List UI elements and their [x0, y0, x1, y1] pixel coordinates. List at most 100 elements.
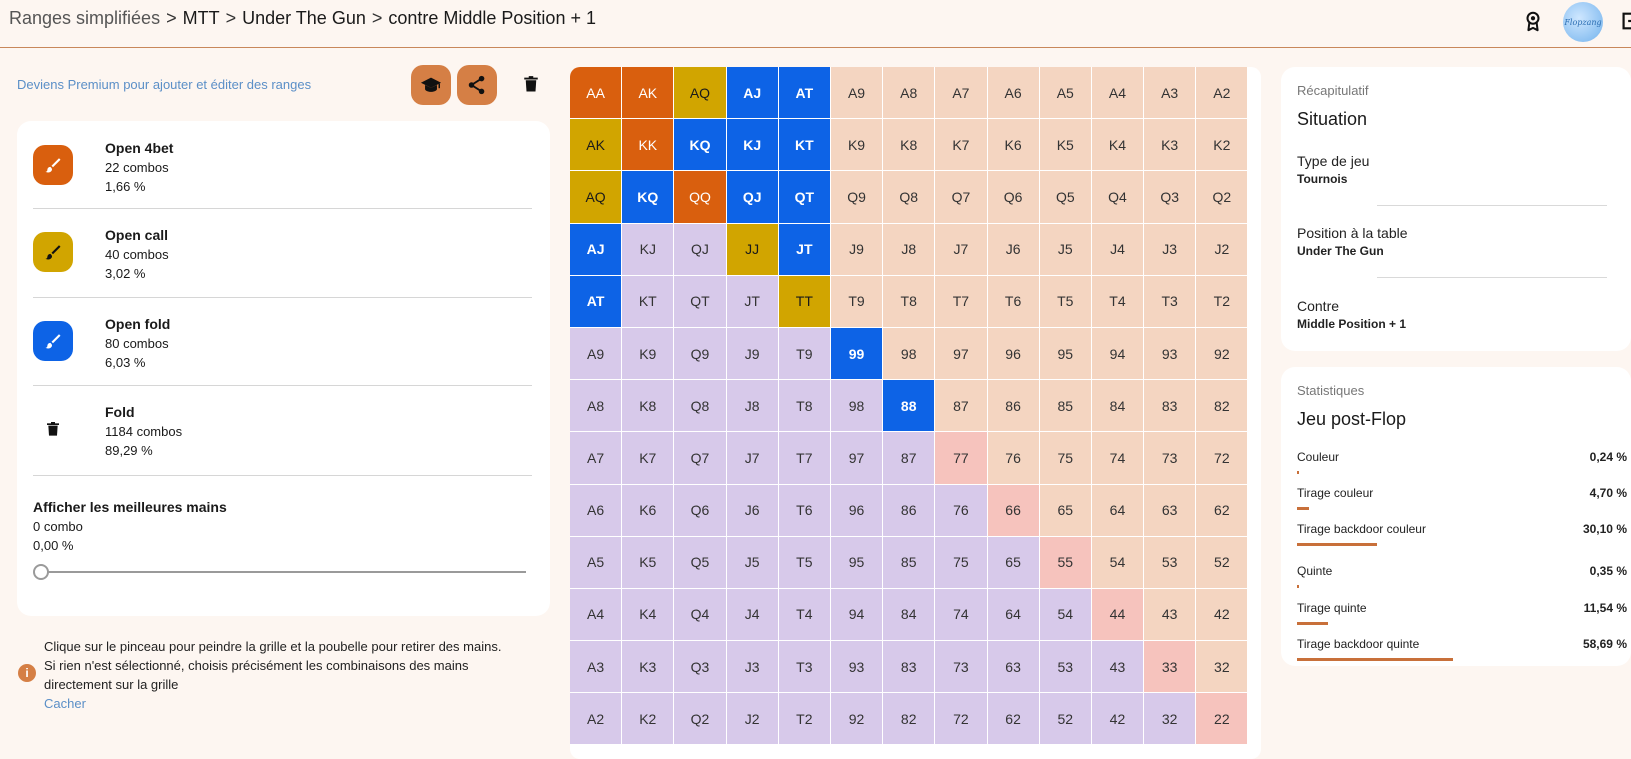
hand-cell-a8[interactable]: A8: [883, 67, 936, 120]
hand-cell-k8[interactable]: K8: [622, 380, 675, 433]
hand-cell-43[interactable]: 43: [1091, 641, 1145, 694]
hand-cell-kj[interactable]: KJ: [726, 119, 779, 172]
hand-cell-96[interactable]: 96: [830, 484, 884, 537]
action-open-fold[interactable]: Open fold 80 combos 6,03 %: [33, 297, 532, 387]
hand-cell-54[interactable]: 54: [1039, 588, 1092, 642]
hand-cell-99[interactable]: 99: [830, 327, 884, 381]
hand-cell-83[interactable]: 83: [883, 641, 936, 694]
hand-cell-j5[interactable]: J5: [726, 536, 779, 589]
hand-cell-97[interactable]: 97: [935, 327, 988, 381]
hand-cell-94[interactable]: 94: [1091, 327, 1145, 381]
hand-cell-92[interactable]: 92: [830, 693, 884, 746]
hand-cell-84[interactable]: 84: [1091, 380, 1145, 433]
premium-link[interactable]: Deviens Premium pour ajouter et éditer d…: [17, 77, 311, 92]
hand-cell-jt[interactable]: JT: [778, 223, 831, 276]
hand-cell-qq[interactable]: QQ: [674, 171, 727, 224]
hand-cell-j6[interactable]: J6: [987, 223, 1040, 276]
hand-cell-k5[interactable]: K5: [622, 536, 675, 589]
hand-cell-53[interactable]: 53: [1039, 641, 1092, 694]
hand-cell-kq[interactable]: KQ: [674, 119, 727, 172]
hand-cell-54[interactable]: 54: [1091, 536, 1145, 589]
hand-cell-q9[interactable]: Q9: [674, 327, 727, 381]
hand-cell-t7[interactable]: T7: [778, 432, 831, 485]
hand-cell-j2[interactable]: J2: [726, 693, 779, 746]
brush-swatch-fold[interactable]: [33, 321, 73, 361]
hand-cell-j9[interactable]: J9: [830, 223, 884, 276]
action-open-4bet[interactable]: Open 4bet 22 combos 1,66 %: [33, 121, 532, 211]
hand-cell-t6[interactable]: T6: [778, 484, 831, 537]
hand-cell-j3[interactable]: J3: [726, 641, 779, 694]
hand-cell-a7[interactable]: A7: [570, 432, 623, 485]
hide-link[interactable]: Cacher: [44, 694, 534, 713]
hand-cell-k2[interactable]: K2: [622, 693, 675, 746]
award-icon[interactable]: [1522, 10, 1544, 32]
hand-cell-q6[interactable]: Q6: [674, 484, 727, 537]
hand-cell-t2[interactable]: T2: [1196, 275, 1249, 328]
hand-cell-a9[interactable]: A9: [830, 67, 884, 120]
hand-cell-ak[interactable]: AK: [622, 67, 675, 120]
hand-cell-j7[interactable]: J7: [726, 432, 779, 485]
brush-swatch-4bet[interactable]: [33, 145, 73, 185]
hand-cell-j8[interactable]: J8: [726, 380, 779, 433]
hand-cell-j5[interactable]: J5: [1039, 223, 1092, 276]
hand-cell-aq[interactable]: AQ: [570, 171, 623, 224]
hand-cell-73[interactable]: 73: [1144, 432, 1197, 485]
hand-cell-k4[interactable]: K4: [622, 588, 675, 642]
training-button[interactable]: [411, 65, 451, 105]
logout-icon[interactable]: [1619, 10, 1631, 32]
action-open-call[interactable]: Open call 40 combos 3,02 %: [33, 208, 532, 298]
hand-cell-q8[interactable]: Q8: [883, 171, 936, 224]
hand-cell-j6[interactable]: J6: [726, 484, 779, 537]
hand-cell-a7[interactable]: A7: [935, 67, 988, 120]
hand-cell-82[interactable]: 82: [1196, 380, 1249, 433]
hand-cell-92[interactable]: 92: [1196, 327, 1249, 381]
hand-cell-kq[interactable]: KQ: [622, 171, 675, 224]
hand-cell-aq[interactable]: AQ: [674, 67, 727, 120]
hand-cell-44[interactable]: 44: [1091, 588, 1145, 642]
hand-cell-22[interactable]: 22: [1196, 693, 1249, 746]
breadcrumb-item-game[interactable]: MTT: [183, 8, 220, 28]
hand-cell-t8[interactable]: T8: [778, 380, 831, 433]
hand-cell-t8[interactable]: T8: [883, 275, 936, 328]
share-button[interactable]: [457, 65, 497, 105]
hand-cell-87[interactable]: 87: [883, 432, 936, 485]
hand-cell-73[interactable]: 73: [935, 641, 988, 694]
hand-cell-k3[interactable]: K3: [1144, 119, 1197, 172]
hand-cell-kt[interactable]: KT: [622, 275, 675, 328]
hand-cell-ak[interactable]: AK: [570, 119, 623, 172]
hand-cell-63[interactable]: 63: [987, 641, 1040, 694]
hand-cell-t2[interactable]: T2: [778, 693, 831, 746]
hand-cell-a6[interactable]: A6: [987, 67, 1040, 120]
hand-cell-86[interactable]: 86: [883, 484, 936, 537]
hand-cell-aj[interactable]: AJ: [726, 67, 779, 120]
hand-cell-kk[interactable]: KK: [622, 119, 675, 172]
hand-cell-77[interactable]: 77: [935, 432, 988, 485]
hand-cell-q2[interactable]: Q2: [1196, 171, 1249, 224]
hand-cell-93[interactable]: 93: [830, 641, 884, 694]
hand-cell-62[interactable]: 62: [1196, 484, 1249, 537]
trash-swatch-fold[interactable]: [33, 409, 73, 449]
hand-cell-q2[interactable]: Q2: [674, 693, 727, 746]
hand-cell-j9[interactable]: J9: [726, 327, 779, 381]
best-hands-slider-track[interactable]: [41, 571, 526, 573]
hand-cell-88[interactable]: 88: [883, 380, 936, 433]
hand-cell-j4[interactable]: J4: [1091, 223, 1145, 276]
hand-cell-65[interactable]: 65: [987, 536, 1040, 589]
hand-cell-q5[interactable]: Q5: [1039, 171, 1092, 224]
hand-cell-a5[interactable]: A5: [570, 536, 623, 589]
hand-cell-t9[interactable]: T9: [830, 275, 884, 328]
hand-cell-94[interactable]: 94: [830, 588, 884, 642]
hand-cell-62[interactable]: 62: [987, 693, 1040, 746]
hand-cell-82[interactable]: 82: [883, 693, 936, 746]
hand-cell-72[interactable]: 72: [935, 693, 988, 746]
hand-cell-33[interactable]: 33: [1144, 641, 1197, 694]
hand-cell-t3[interactable]: T3: [778, 641, 831, 694]
hand-cell-95[interactable]: 95: [830, 536, 884, 589]
hand-cell-42[interactable]: 42: [1196, 588, 1249, 642]
hand-cell-64[interactable]: 64: [1091, 484, 1145, 537]
hand-cell-k3[interactable]: K3: [622, 641, 675, 694]
hand-cell-84[interactable]: 84: [883, 588, 936, 642]
hand-cell-98[interactable]: 98: [883, 327, 936, 381]
avatar[interactable]: Flopzang: [1563, 2, 1603, 42]
hand-cell-qt[interactable]: QT: [778, 171, 831, 224]
